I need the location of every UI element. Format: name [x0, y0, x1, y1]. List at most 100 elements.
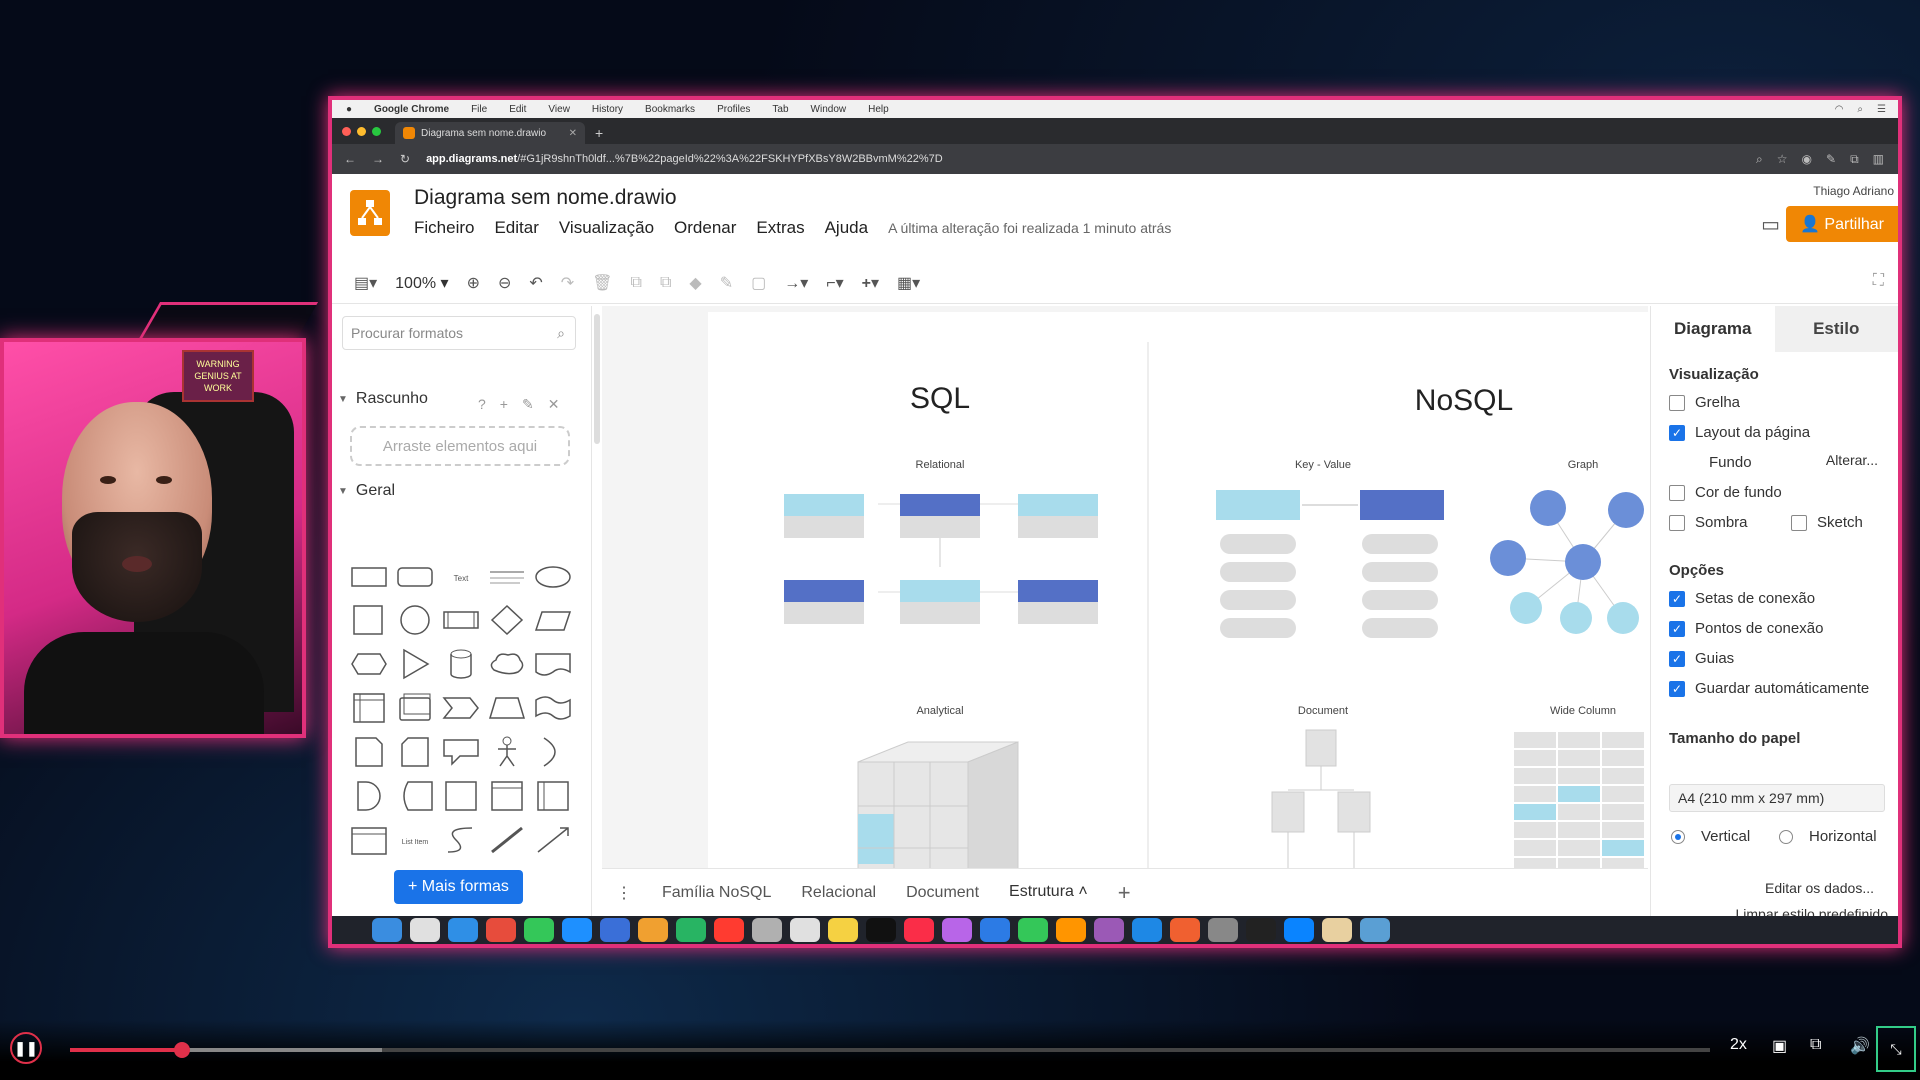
dock-app-icon[interactable]: [1284, 918, 1314, 942]
shape-item[interactable]: [484, 646, 530, 682]
tab-diagrama[interactable]: Diagrama: [1651, 306, 1775, 352]
shape-item[interactable]: [392, 646, 438, 682]
browser-tab[interactable]: Diagrama sem nome.drawio ✕: [395, 122, 585, 144]
new-tab-button[interactable]: +: [595, 122, 603, 144]
scratchpad-drop-zone[interactable]: Arraste elementos aqui: [350, 426, 570, 466]
nosql-title[interactable]: NoSQL: [1415, 384, 1513, 417]
shape-item[interactable]: [530, 734, 576, 770]
mac-menu-view[interactable]: View: [548, 104, 570, 115]
dock-app-icon[interactable]: [676, 918, 706, 942]
zoom-icon[interactable]: ⌕: [1756, 152, 1763, 167]
graph-diagram[interactable]: [1490, 490, 1644, 634]
paper-size-select[interactable]: A4 (210 mm x 297 mm): [1669, 784, 1885, 812]
mac-menu-help[interactable]: Help: [868, 104, 889, 115]
page-tabs-menu-icon[interactable]: ⋮: [616, 883, 632, 903]
shape-item[interactable]: [438, 778, 484, 814]
dock-app-icon[interactable]: [600, 918, 630, 942]
change-background-button[interactable]: Alterar...: [1816, 448, 1888, 472]
connection-icon[interactable]: →▾: [784, 273, 808, 293]
dock-app-icon[interactable]: [752, 918, 782, 942]
dock-app-icon[interactable]: [410, 918, 440, 942]
shape-item[interactable]: [530, 646, 576, 682]
edit-data-button[interactable]: Editar os dados...: [1765, 880, 1874, 896]
to-back-icon[interactable]: ⧉: [660, 274, 671, 292]
shape-item[interactable]: Text: [438, 558, 484, 594]
close-icon[interactable]: ✕: [548, 396, 560, 413]
picture-in-picture-icon[interactable]: ⧉: [1810, 1036, 1821, 1054]
menu-ordenar[interactable]: Ordenar: [674, 218, 736, 238]
url-field[interactable]: app.diagrams.net/#G1jR9shnTh0ldf...%7B%2…: [426, 153, 1740, 165]
shape-item[interactable]: [484, 558, 530, 594]
dock-app-icon[interactable]: [714, 918, 744, 942]
dock-app-icon[interactable]: [562, 918, 592, 942]
add-icon[interactable]: +: [500, 396, 508, 413]
mac-menu-file[interactable]: File: [471, 104, 487, 115]
share-button[interactable]: 👤 Partilhar: [1786, 206, 1898, 242]
key-value-label[interactable]: Key - Value: [1295, 459, 1351, 471]
shape-item[interactable]: [530, 558, 576, 594]
dock-app-icon[interactable]: [866, 918, 896, 942]
shape-item[interactable]: [484, 822, 530, 858]
back-icon[interactable]: ←: [344, 152, 356, 166]
mac-menu-edit[interactable]: Edit: [509, 104, 526, 115]
playback-speed-button[interactable]: 2x: [1730, 1036, 1747, 1054]
edit-icon[interactable]: ✎: [522, 396, 534, 413]
page-tab-estrutura[interactable]: Estrutura ˄: [1009, 882, 1088, 903]
general-header[interactable]: ▼ Geral: [338, 482, 395, 500]
key-value-diagram[interactable]: [1216, 490, 1444, 638]
minimize-window-button[interactable]: [357, 126, 366, 136]
comments-icon[interactable]: ▭: [1761, 212, 1780, 237]
dock-app-icon[interactable]: [942, 918, 972, 942]
dock-app-icon[interactable]: [1056, 918, 1086, 942]
forward-icon[interactable]: →: [372, 152, 384, 166]
menu-ajuda[interactable]: Ajuda: [825, 218, 868, 238]
dock-app-icon[interactable]: [448, 918, 478, 942]
mac-menu-window[interactable]: Window: [811, 104, 847, 115]
apple-icon[interactable]: ●: [346, 104, 352, 115]
analytical-label[interactable]: Analytical: [916, 705, 963, 717]
zoom-in-icon[interactable]: ⊕: [467, 273, 480, 293]
close-tab-icon[interactable]: ✕: [569, 128, 577, 139]
dock-app-icon[interactable]: [790, 918, 820, 942]
fullscreen-icon[interactable]: ⛶: [1873, 272, 1884, 290]
shape-item[interactable]: [346, 690, 392, 726]
captions-icon[interactable]: ▣: [1772, 1036, 1787, 1056]
menu-ficheiro[interactable]: Ficheiro: [414, 218, 474, 238]
shape-item[interactable]: [346, 602, 392, 638]
sidebar-scrollbar[interactable]: [594, 314, 600, 444]
shape-item[interactable]: [484, 602, 530, 638]
shape-item[interactable]: [484, 690, 530, 726]
shape-item[interactable]: [438, 822, 484, 858]
shape-item[interactable]: [346, 822, 392, 858]
shape-item[interactable]: [484, 778, 530, 814]
control-center-icon[interactable]: ☰: [1877, 104, 1886, 115]
shape-item[interactable]: [438, 690, 484, 726]
document-tree[interactable]: [1238, 729, 1402, 868]
dock-app-icon[interactable]: [486, 918, 516, 942]
pen-icon[interactable]: ✎: [1826, 152, 1836, 167]
scratchpad-header[interactable]: ▼ Rascunho: [338, 390, 428, 408]
relational-label[interactable]: Relational: [916, 459, 965, 471]
redo-icon[interactable]: ↷: [561, 273, 574, 293]
wifi-icon[interactable]: ◠: [1835, 104, 1844, 115]
line-color-icon[interactable]: ✎: [720, 273, 733, 293]
dock-app-icon[interactable]: [1018, 918, 1048, 942]
help-icon[interactable]: ?: [478, 396, 486, 413]
shape-item[interactable]: [392, 778, 438, 814]
graph-label[interactable]: Graph: [1568, 459, 1599, 471]
table-icon[interactable]: ▦▾: [897, 273, 920, 293]
dock-app-icon[interactable]: [904, 918, 934, 942]
shape-item[interactable]: [438, 602, 484, 638]
tab-estilo[interactable]: Estilo: [1774, 306, 1898, 352]
dock-app-icon[interactable]: [1360, 918, 1390, 942]
volume-icon[interactable]: 🔊: [1850, 1036, 1870, 1056]
wide-column-label[interactable]: Wide Column: [1550, 705, 1616, 717]
wide-column-table[interactable]: [1514, 732, 1644, 868]
shape-item[interactable]: [530, 602, 576, 638]
dock-app-icon[interactable]: [828, 918, 858, 942]
dock-app-icon[interactable]: [1094, 918, 1124, 942]
page-layout-checkbox[interactable]: ✓ Layout da página: [1669, 424, 1810, 441]
progress-bar[interactable]: [70, 1042, 1710, 1058]
shape-item[interactable]: List Item: [392, 822, 438, 858]
shape-item[interactable]: [392, 690, 438, 726]
